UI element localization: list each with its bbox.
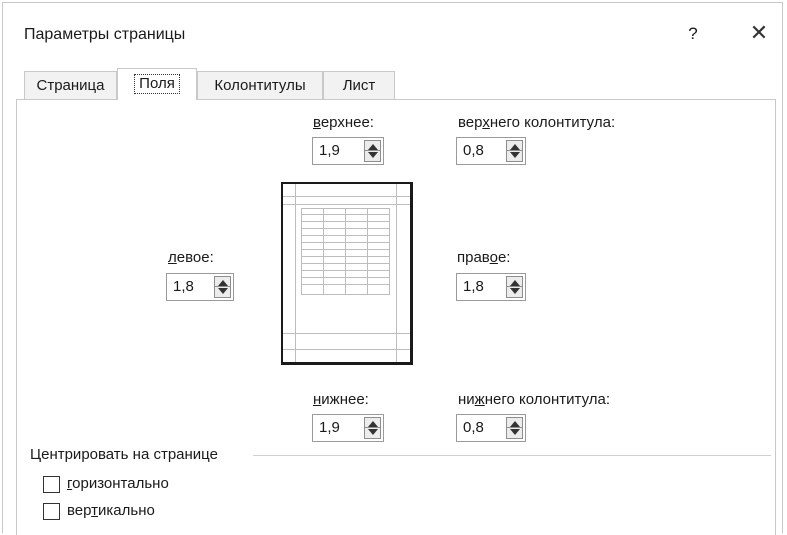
preview-left-margin-line <box>295 184 296 362</box>
arrow-down-icon[interactable] <box>510 288 520 294</box>
tab-label: Колонтитулы <box>214 77 306 94</box>
arrow-down-icon[interactable] <box>218 288 228 294</box>
page-preview <box>281 182 413 365</box>
close-button[interactable]: ✕ <box>744 18 774 48</box>
section-divider <box>253 455 771 456</box>
spin-arrows[interactable] <box>506 276 523 298</box>
tab-margins[interactable]: Поля <box>117 68 197 100</box>
spin-arrows[interactable] <box>506 417 523 439</box>
close-icon: ✕ <box>749 20 769 45</box>
horizontal-checkbox[interactable] <box>43 476 60 493</box>
left-margin-spinner[interactable]: 1,8 <box>166 273 234 301</box>
tab-header-footer[interactable]: Колонтитулы <box>197 71 323 99</box>
center-section-title: Центрировать на странице <box>30 446 218 463</box>
preview-right-margin-line <box>396 184 397 362</box>
tab-label: Лист <box>342 77 376 94</box>
dialog-title: Параметры страницы <box>24 26 186 43</box>
arrow-down-icon[interactable] <box>368 152 378 158</box>
preview-bottom-margin-line <box>283 333 410 334</box>
top-margin-spinner[interactable]: 1,9 <box>312 137 384 165</box>
arrow-down-icon[interactable] <box>368 429 378 435</box>
bottom-margin-value[interactable]: 1,9 <box>319 415 340 441</box>
arrow-down-icon[interactable] <box>510 429 520 435</box>
top-margin-label: верхнее: <box>313 114 374 131</box>
vertical-checkbox-label[interactable]: вертикально <box>67 502 155 519</box>
help-button[interactable]: ? <box>682 22 704 46</box>
right-margin-label: правое: <box>457 249 511 266</box>
left-margin-value[interactable]: 1,8 <box>173 274 194 300</box>
bottom-margin-label: нижнее: <box>313 391 369 408</box>
bottom-margin-spinner[interactable]: 1,9 <box>312 414 384 442</box>
footer-margin-label: нижнего колонтитула: <box>458 391 611 408</box>
vertical-checkbox[interactable] <box>43 503 60 520</box>
right-margin-spinner[interactable]: 1,8 <box>456 273 526 301</box>
horizontal-checkbox-label[interactable]: горизонтально <box>67 475 169 492</box>
spin-arrows[interactable] <box>364 417 381 439</box>
tab-page[interactable]: Страница <box>24 71 117 99</box>
preview-footer-line <box>283 349 410 350</box>
spin-arrows[interactable] <box>506 140 523 162</box>
right-margin-value[interactable]: 1,8 <box>463 274 484 300</box>
top-margin-value[interactable]: 1,9 <box>319 138 340 164</box>
tab-label: Страница <box>36 77 105 94</box>
spin-arrows[interactable] <box>214 276 231 298</box>
preview-header-line <box>283 196 410 197</box>
preview-table-grid <box>301 208 390 295</box>
tab-label: Поля <box>134 74 180 94</box>
header-margin-spinner[interactable]: 0,8 <box>456 137 526 165</box>
tab-sheet[interactable]: Лист <box>323 71 395 99</box>
spin-arrows[interactable] <box>364 140 381 162</box>
footer-margin-spinner[interactable]: 0,8 <box>456 414 526 442</box>
footer-margin-value[interactable]: 0,8 <box>463 415 484 441</box>
preview-top-margin-line <box>283 204 410 205</box>
header-margin-value[interactable]: 0,8 <box>463 138 484 164</box>
header-margin-label: верхнего колонтитула: <box>458 114 616 131</box>
left-margin-label: левое: <box>168 249 214 266</box>
arrow-down-icon[interactable] <box>510 152 520 158</box>
